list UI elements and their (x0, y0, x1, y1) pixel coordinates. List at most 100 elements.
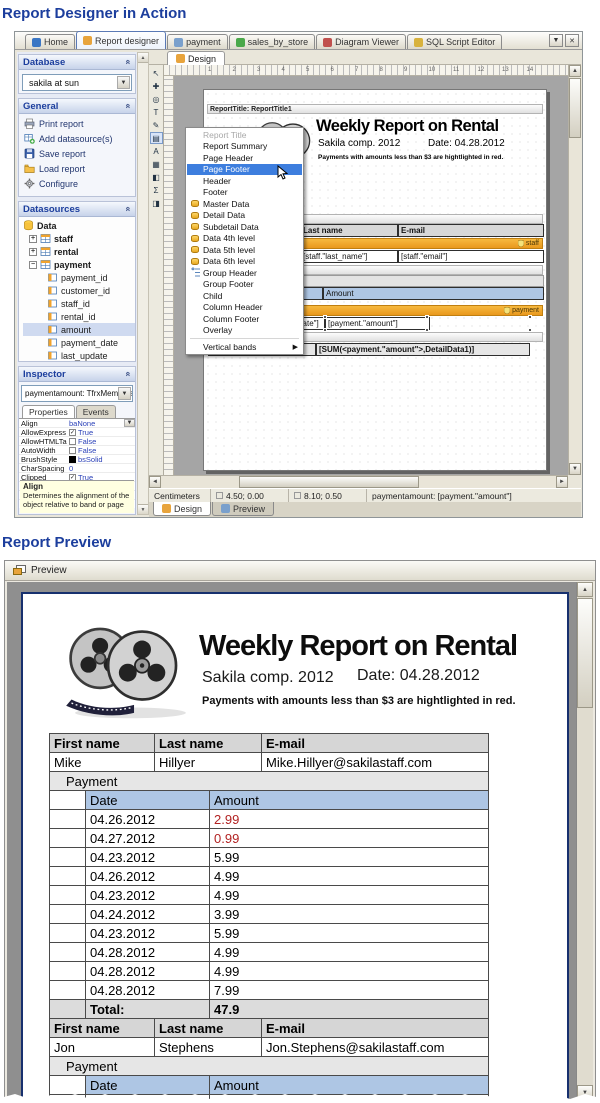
sidebar-item-print-report[interactable]: Print report (19, 116, 135, 131)
selection-handle[interactable] (528, 328, 532, 332)
menu-item-data-5th-level[interactable]: Data 5th level (187, 244, 302, 256)
scroll-up-icon[interactable]: ▲ (577, 582, 593, 597)
preview-vertical-scrollbar[interactable]: ▲ ▼ (576, 582, 593, 1100)
selection-handle[interactable] (528, 315, 532, 319)
menu-item-report-summary[interactable]: Report Summary (187, 141, 302, 153)
preview-tab-label[interactable]: Preview (31, 565, 67, 576)
tree-field-amount[interactable]: amount (23, 323, 135, 336)
design-memo-last-name[interactable]: [staff."last_name"] (300, 250, 398, 263)
scroll-down-icon[interactable]: ▼ (569, 463, 581, 475)
canvas-horizontal-scrollbar[interactable]: ◄ ► (149, 475, 568, 488)
selection-handle[interactable] (323, 328, 327, 332)
database-combo-dropdown-icon[interactable]: ▼ (117, 76, 130, 89)
inspector-tab-events[interactable]: Events (76, 405, 116, 418)
tree-field-customer_id[interactable]: customer_id (23, 284, 135, 297)
tree-field-rental_id[interactable]: rental_id (23, 310, 135, 323)
design-footer-sum-memo[interactable]: [SUM(<payment."amount">,DetailData1)] (316, 343, 530, 356)
design-col-amount[interactable]: Amount (323, 287, 544, 300)
menu-item-report-title[interactable]: Report Title (187, 129, 302, 141)
tab-sales-by-store[interactable]: sales_by_store (229, 34, 316, 49)
sidebar-item-add-datasource-s-[interactable]: Add datasource(s) (19, 131, 135, 146)
tab-payment[interactable]: payment (167, 34, 228, 49)
canvas-vertical-scrollbar[interactable]: ▲ ▼ (568, 65, 581, 475)
selection-handle[interactable] (323, 315, 327, 319)
design-report-subtitle-memo[interactable]: Sakila comp. 2012 (318, 138, 400, 149)
menu-item-child[interactable]: Child (187, 290, 302, 302)
menu-item-column-header[interactable]: Column Header (187, 302, 302, 314)
sidebar-item-save-report[interactable]: Save report (19, 146, 135, 161)
design-view-tab[interactable]: Design (167, 51, 225, 65)
tab-sql-script-editor[interactable]: SQL Script Editor (407, 34, 502, 49)
inspector-panel-header[interactable]: Inspector « (19, 367, 135, 382)
selection-handle[interactable] (425, 328, 429, 332)
design-report-note-memo[interactable]: Payments with amounts less than $3 are h… (318, 154, 503, 161)
zoom-tool-icon[interactable]: ◎ (150, 93, 163, 105)
menu-item-overlay[interactable]: Overlay (187, 325, 302, 337)
tree-field-payment_date[interactable]: payment_date (23, 336, 135, 349)
inspector-tab-properties[interactable]: Properties (22, 405, 75, 418)
design-memo-amount[interactable]: [payment."amount"] (325, 317, 430, 330)
sidebar-item-configure[interactable]: Configure (19, 176, 135, 191)
design-col-last-name[interactable]: Last name (300, 224, 398, 237)
scrollbar-thumb[interactable] (239, 476, 419, 488)
checkbox-unchecked-icon[interactable] (69, 447, 76, 454)
menu-item-group-footer[interactable]: Group Footer (187, 279, 302, 291)
tree-expander-icon[interactable]: + (29, 235, 37, 243)
scroll-left-icon[interactable]: ◄ (149, 476, 161, 488)
menu-item-footer[interactable]: Footer (187, 187, 302, 199)
scroll-right-icon[interactable]: ► (556, 476, 568, 488)
select-tool-icon[interactable]: ↖ (150, 67, 163, 79)
menu-item-data-4th-level[interactable]: Data 4th level (187, 233, 302, 245)
tab-home[interactable]: Home (25, 34, 75, 49)
bottom-tab-design[interactable]: Design (153, 502, 211, 516)
tab-list-dropdown-button[interactable]: ▼ (549, 34, 563, 47)
tree-expander-icon[interactable]: − (29, 261, 37, 269)
general-panel-header[interactable]: General « (19, 99, 135, 114)
text-object-tool-icon[interactable]: A (150, 145, 163, 157)
tab-report-designer[interactable]: Report designer (76, 31, 166, 49)
format-brush-tool-icon[interactable]: ✎ (150, 119, 163, 131)
design-report-title-memo[interactable]: Weekly Report on Rental (316, 117, 499, 136)
design-memo-email[interactable]: [staff."email"] (398, 250, 544, 263)
menu-item-detail-data[interactable]: Detail Data (187, 210, 302, 222)
inspector-combo-dropdown-icon[interactable]: ▼ (118, 387, 131, 400)
inspector-object-combo[interactable]: paymentamount: TfrxMemoView ▼ (21, 385, 133, 402)
insert-band-tool-icon[interactable]: ▤ (150, 132, 163, 144)
database-combo[interactable]: sakila at sun ▼ (22, 74, 132, 91)
menu-item-column-footer[interactable]: Column Footer (187, 313, 302, 325)
checkbox-unchecked-icon[interactable] (69, 438, 76, 445)
menu-item-master-data[interactable]: Master Data (187, 198, 302, 210)
tree-node-staff[interactable]: +staff (23, 232, 135, 245)
text-cursor-tool-icon[interactable]: T (150, 106, 163, 118)
tree-node-data[interactable]: Data (23, 219, 135, 232)
database-panel-header[interactable]: Database « (19, 55, 135, 70)
menu-item-page-header[interactable]: Page Header (187, 152, 302, 164)
scroll-up-icon[interactable]: ▲ (138, 53, 148, 63)
property-dropdown-icon[interactable]: ▼ (124, 419, 135, 427)
menu-item-group-header[interactable]: Group Header (187, 267, 302, 279)
selection-handle[interactable] (425, 315, 429, 319)
sidebar-item-load-report[interactable]: Load report (19, 161, 135, 176)
collapse-chevron-icon[interactable]: « (123, 103, 133, 108)
scroll-up-icon[interactable]: ▲ (569, 65, 581, 77)
tree-node-rental[interactable]: +rental (23, 245, 135, 258)
collapse-chevron-icon[interactable]: « (123, 59, 133, 64)
tree-field-payment_id[interactable]: payment_id (23, 271, 135, 284)
hand-tool-icon[interactable]: ✚ (150, 80, 163, 92)
aggregate-tool-icon[interactable]: Σ (150, 184, 163, 196)
tree-node-payment[interactable]: −payment (23, 258, 135, 271)
design-report-date-memo[interactable]: Date: 04.28.2012 (428, 138, 505, 149)
collapse-chevron-icon[interactable]: « (123, 206, 133, 211)
menu-item-data-6th-level[interactable]: Data 6th level (187, 256, 302, 268)
menu-item-subdetail-data[interactable]: Subdetail Data (187, 221, 302, 233)
menu-item-vertical-bands[interactable]: Vertical bands▶ (187, 341, 302, 353)
tree-field-staff_id[interactable]: staff_id (23, 297, 135, 310)
scroll-down-icon[interactable]: ▼ (138, 504, 148, 514)
collapse-chevron-icon[interactable]: « (123, 371, 133, 376)
shape-tool-icon[interactable]: ◧ (150, 171, 163, 183)
design-col-email[interactable]: E-mail (398, 224, 544, 237)
tab-diagram-viewer[interactable]: Diagram Viewer (316, 34, 406, 49)
tree-field-last_update[interactable]: last_update (23, 349, 135, 361)
close-tab-button[interactable]: ✕ (565, 34, 579, 47)
scrollbar-thumb[interactable] (577, 598, 593, 708)
